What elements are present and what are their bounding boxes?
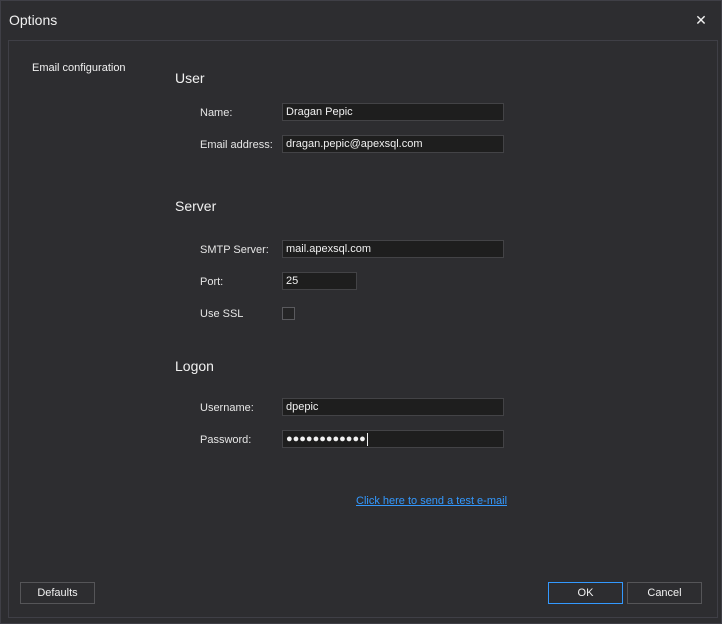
dialog-title: Options (9, 12, 58, 28)
username-label: Username: (200, 402, 254, 414)
username-input[interactable] (282, 398, 504, 416)
name-label: Name: (200, 107, 233, 119)
use-ssl-checkbox[interactable] (282, 307, 295, 320)
section-title-logon: Logon (175, 358, 214, 374)
section-title-user: User (175, 70, 205, 86)
name-input[interactable] (282, 103, 504, 121)
smtp-server-input[interactable] (282, 240, 504, 258)
email-label: Email address: (200, 139, 273, 151)
section-title-server: Server (175, 198, 217, 214)
cancel-button[interactable]: Cancel (627, 582, 702, 604)
email-input[interactable] (282, 135, 504, 153)
password-input[interactable]: ●●●●●●●●●●●● (282, 430, 504, 448)
password-label: Password: (200, 434, 252, 446)
port-input[interactable] (282, 272, 357, 290)
port-label: Port: (200, 276, 224, 288)
use-ssl-label: Use SSL (200, 308, 244, 320)
dialog-content: Email configuration User Name: Email add… (8, 40, 718, 618)
text-caret (366, 432, 368, 446)
title-bar: Options ✕ (1, 1, 721, 39)
close-icon[interactable]: ✕ (691, 10, 711, 30)
smtp-server-label: SMTP Server: (200, 244, 269, 256)
options-dialog: Options ✕ Email configuration User Name:… (0, 0, 722, 624)
send-test-email-link[interactable]: Click here to send a test e-mail (356, 495, 507, 507)
nav-item-email-configuration[interactable]: Email configuration (32, 62, 126, 74)
password-mask: ●●●●●●●●●●●● (286, 433, 366, 445)
ok-button[interactable]: OK (548, 582, 623, 604)
defaults-button[interactable]: Defaults (20, 582, 95, 604)
